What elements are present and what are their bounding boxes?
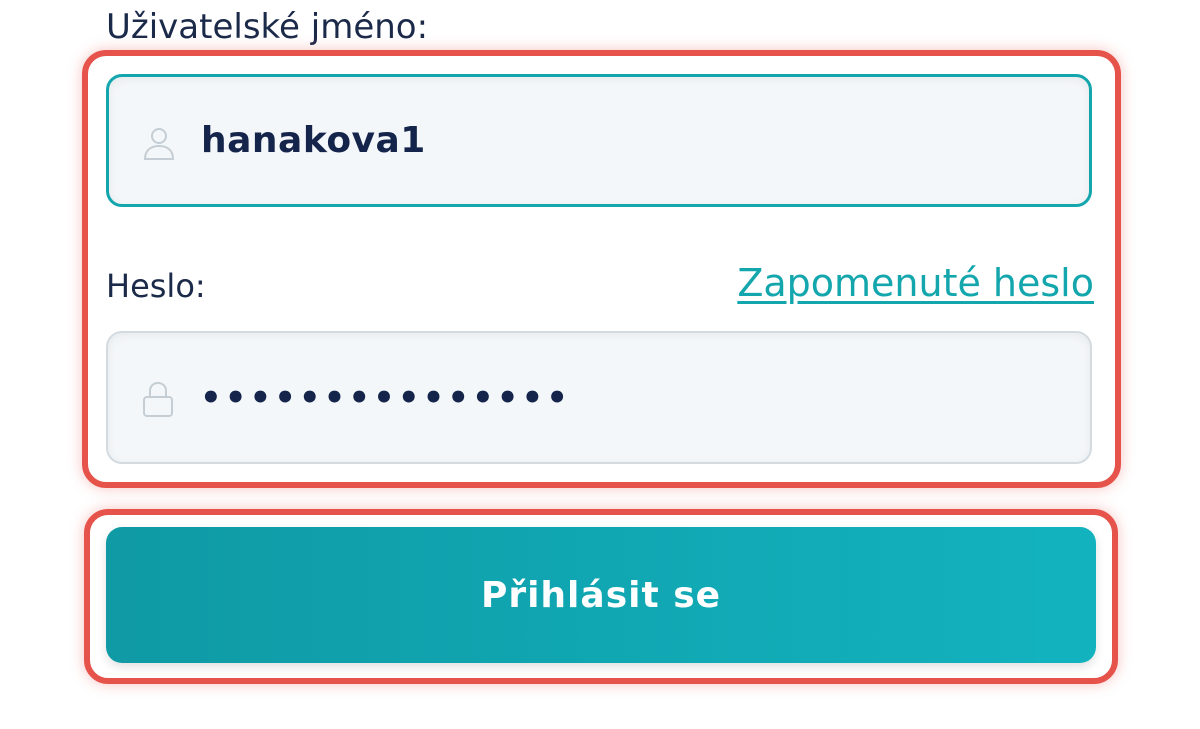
username-value: hanakova1 (201, 120, 426, 161)
lock-icon (143, 381, 173, 417)
user-icon (143, 128, 175, 160)
password-label: Heslo: (106, 267, 206, 305)
forgot-password-link[interactable]: Zapomenuté heslo (737, 264, 1094, 302)
login-button[interactable]: Přihlásit se (106, 527, 1096, 663)
username-input[interactable]: hanakova1 (106, 74, 1092, 207)
password-input[interactable]: ••••••••••••••• (106, 331, 1092, 464)
password-value: ••••••••••••••• (200, 377, 571, 418)
login-form-screen: Uživatelské jméno: hanakova1 Heslo: Zapo… (0, 0, 1200, 729)
username-label: Uživatelské jméno: (106, 7, 429, 47)
